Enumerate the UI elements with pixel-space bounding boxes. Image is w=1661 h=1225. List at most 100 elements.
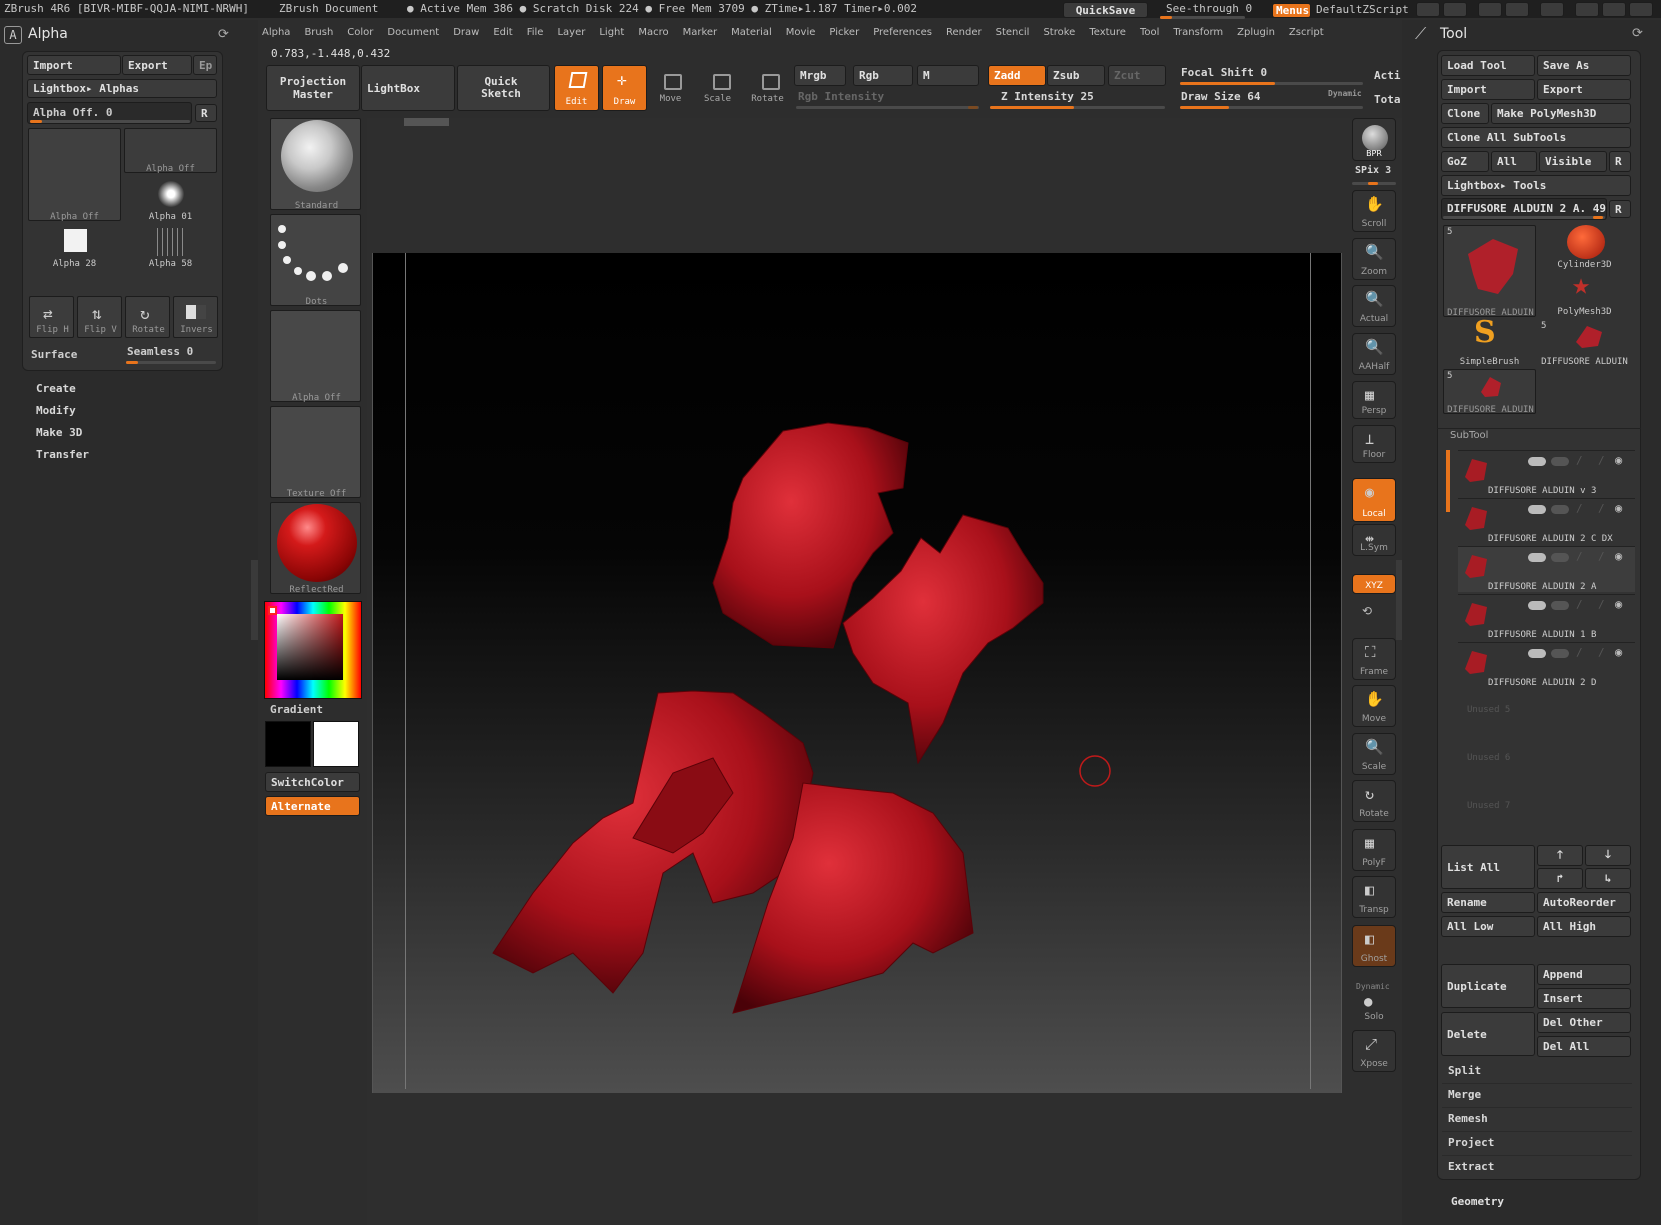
all-low-button[interactable]: All Low xyxy=(1441,916,1535,937)
alternate-button[interactable]: Alternate xyxy=(265,796,360,816)
subtool-item[interactable]: / / ◉ DIFFUSORE ALDUIN 2 C DX xyxy=(1458,498,1635,544)
insert-button[interactable]: Insert xyxy=(1537,988,1631,1009)
menu-material[interactable]: Material xyxy=(731,28,772,38)
eye-icon[interactable]: ◉ xyxy=(1615,453,1622,467)
texture-selector[interactable]: Texture Off xyxy=(270,406,361,499)
rgb-intensity-slider[interactable]: Rgb Intensity xyxy=(798,91,884,102)
stroke-selector[interactable]: Dots xyxy=(270,214,361,307)
menus-button[interactable]: Menus xyxy=(1272,3,1311,18)
eye-icon[interactable]: ◉ xyxy=(1615,645,1622,659)
alpha-current-thumb[interactable] xyxy=(28,128,121,221)
edit-icon[interactable]: / xyxy=(1598,598,1605,611)
move-down-icon[interactable]: 🡓 xyxy=(1585,845,1631,866)
alpha-palette-icon[interactable]: A xyxy=(4,26,22,44)
rename-button[interactable]: Rename xyxy=(1441,892,1535,913)
minimize-icon[interactable] xyxy=(1575,2,1599,17)
lsym-button[interactable]: ⇹ L.Sym xyxy=(1352,524,1396,556)
color-picker[interactable] xyxy=(264,601,362,699)
unused-slot[interactable]: Unused 6 xyxy=(1467,754,1510,763)
clone-button[interactable]: Clone xyxy=(1441,103,1489,124)
m-button[interactable]: M xyxy=(917,65,979,86)
merge-menu[interactable]: Merge xyxy=(1442,1084,1632,1108)
tool-r-button[interactable]: R xyxy=(1609,200,1631,218)
edit-icon[interactable]: / xyxy=(1598,502,1605,515)
rotate-mode-button[interactable]: Rotate xyxy=(745,94,790,104)
alpha-ep-button[interactable]: Ep xyxy=(193,55,217,75)
pin-icon[interactable]: ⟋ xyxy=(1415,24,1426,44)
zsub-button[interactable]: Zsub xyxy=(1047,65,1105,86)
flip-v-button[interactable]: Flip V ⇅ xyxy=(77,296,122,338)
quick-sketch-button[interactable]: Quick Sketch xyxy=(457,65,550,111)
solo-button[interactable]: ● Solo xyxy=(1352,992,1396,1024)
alpha-58-thumb[interactable] xyxy=(157,228,185,256)
toggle-icon[interactable] xyxy=(1551,601,1569,610)
menu-file[interactable]: File xyxy=(527,28,544,38)
see-through-slider[interactable]: See-through 0 xyxy=(1166,3,1252,14)
rotate-button[interactable]: ↻ Rotate xyxy=(1352,780,1396,822)
polypaint-icon[interactable]: / xyxy=(1576,454,1583,467)
goz-all-button[interactable]: All xyxy=(1491,151,1537,172)
gradient-toggle[interactable]: Gradient xyxy=(270,704,323,715)
xyz-button[interactable]: XYZ xyxy=(1352,574,1396,594)
toggle-icon[interactable] xyxy=(1528,553,1546,562)
toggle-icon[interactable] xyxy=(1528,649,1546,658)
goz-button[interactable]: GoZ xyxy=(1441,151,1489,172)
delete-button[interactable]: Delete xyxy=(1441,1012,1535,1056)
create-menu[interactable]: Create xyxy=(36,383,89,394)
draw-size-slider[interactable]: Draw Size 64 xyxy=(1181,91,1260,102)
transfer-menu[interactable]: Transfer xyxy=(36,449,89,460)
all-high-button[interactable]: All High xyxy=(1537,916,1631,937)
menu-zplugin[interactable]: Zplugin xyxy=(1237,28,1275,38)
remesh-menu[interactable]: Remesh xyxy=(1442,1108,1632,1132)
frame-button[interactable]: ⛶ Frame xyxy=(1352,638,1396,680)
menu-brush[interactable]: Brush xyxy=(304,28,333,38)
menu-texture[interactable]: Texture xyxy=(1089,28,1126,38)
ghost-button[interactable]: ◧ Ghost xyxy=(1352,925,1396,967)
rgb-button[interactable]: Rgb xyxy=(853,65,913,86)
subtool-scrollbar[interactable] xyxy=(1446,450,1450,512)
lock-icon[interactable] xyxy=(1540,2,1564,17)
edit-icon[interactable]: / xyxy=(1598,550,1605,563)
extract-menu[interactable]: Extract xyxy=(1442,1156,1632,1180)
local-button[interactable]: ◉ Local xyxy=(1352,478,1396,522)
alpha-export-button[interactable]: Export xyxy=(122,55,192,75)
move-mode-button[interactable]: Move xyxy=(648,94,693,104)
surface-button[interactable]: Surface xyxy=(31,349,77,360)
project-menu[interactable]: Project xyxy=(1442,1132,1632,1156)
make-polymesh3d-button[interactable]: Make PolyMesh3D xyxy=(1491,103,1631,124)
menu-render[interactable]: Render xyxy=(946,28,982,38)
lightbox-alphas-button[interactable]: Lightbox▸ Alphas xyxy=(27,79,217,98)
scroll-button[interactable]: ✋ Scroll xyxy=(1352,190,1396,232)
flip-h-button[interactable]: Flip H ⇄ xyxy=(29,296,74,338)
toggle-icon[interactable] xyxy=(1528,505,1546,514)
edit-icon[interactable]: / xyxy=(1598,454,1605,467)
xpose-button[interactable]: ⤢ Xpose xyxy=(1352,1030,1396,1072)
rotate-alpha-button[interactable]: Rotate ↻ xyxy=(125,296,170,338)
make-3d-menu[interactable]: Make 3D xyxy=(36,427,89,438)
alpha-import-button[interactable]: Import xyxy=(27,55,121,75)
refresh-icon[interactable]: ⟳ xyxy=(218,27,229,42)
projection-master-button[interactable]: Projection Master xyxy=(266,65,360,111)
rotation-axis-icon[interactable]: ⟲ xyxy=(1362,600,1372,622)
secondary-color-swatch[interactable] xyxy=(265,721,311,767)
del-all-button[interactable]: Del All xyxy=(1537,1036,1631,1057)
menu-draw[interactable]: Draw xyxy=(453,28,479,38)
polypaint-icon[interactable]: / xyxy=(1576,550,1583,563)
menu-macro[interactable]: Macro xyxy=(638,28,668,38)
canvas[interactable] xyxy=(372,253,1342,1093)
zoom-button[interactable]: 🔍 Zoom xyxy=(1352,238,1396,280)
tool-export-button[interactable]: Export xyxy=(1537,79,1631,100)
menu-stencil[interactable]: Stencil xyxy=(996,28,1030,38)
subtool-item[interactable]: / / ◉ DIFFUSORE ALDUIN 1 B xyxy=(1458,594,1635,640)
modify-menu[interactable]: Modify xyxy=(36,405,89,416)
menu-movie[interactable]: Movie xyxy=(786,28,816,38)
scale-button[interactable]: 🔍 Scale xyxy=(1352,733,1396,775)
layout-icon[interactable] xyxy=(1478,2,1502,17)
dynamic-toggle[interactable]: Dynamic xyxy=(1328,90,1362,98)
move-up-icon[interactable]: 🡑 xyxy=(1537,845,1583,866)
lightbox-button[interactable]: LightBox xyxy=(361,65,455,111)
duplicate-button[interactable]: Duplicate xyxy=(1441,964,1535,1008)
menu-transform[interactable]: Transform xyxy=(1173,28,1223,38)
transp-button[interactable]: ◧ Transp xyxy=(1352,876,1396,918)
cylinder3d-icon[interactable] xyxy=(1567,225,1605,259)
